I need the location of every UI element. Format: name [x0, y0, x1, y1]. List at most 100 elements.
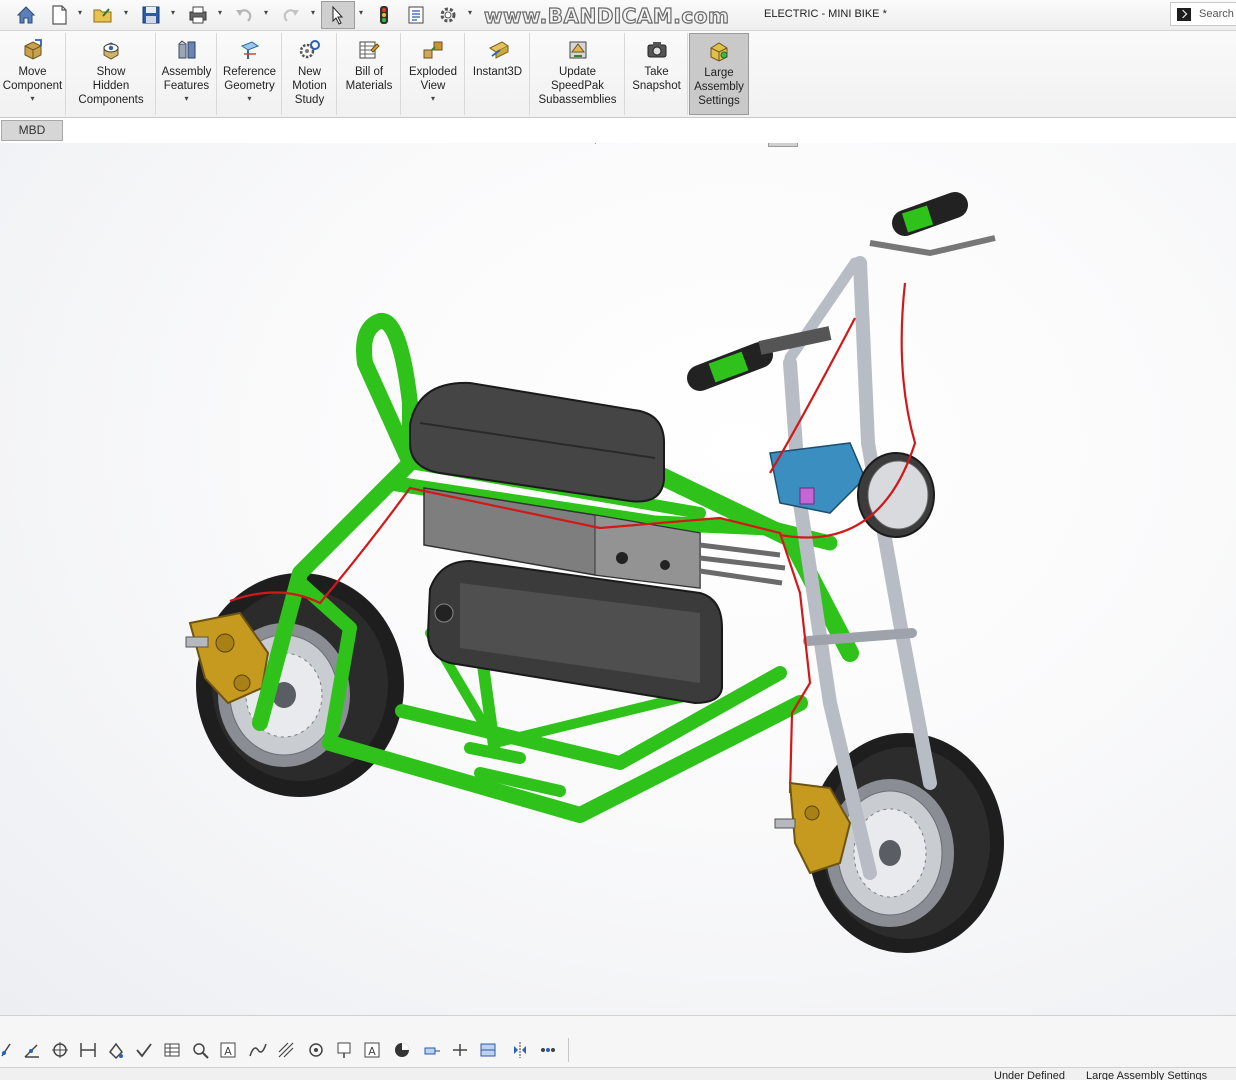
move-component-caret[interactable]: ▾ — [0, 94, 65, 104]
bill-of-materials-label: Bill of Materials — [345, 66, 393, 92]
fill-pattern-icon[interactable] — [106, 1040, 126, 1060]
undo-icon[interactable] — [233, 4, 255, 26]
edit-appearance-icon[interactable] — [814, 143, 834, 145]
exploded-view-icon — [423, 41, 443, 59]
new-dropdown-caret[interactable]: ▾ — [76, 9, 84, 17]
save-dropdown-caret[interactable]: ▾ — [169, 9, 177, 17]
curve-sketch-icon[interactable] — [248, 1040, 268, 1060]
zoom-to-area-icon[interactable] — [578, 143, 598, 145]
assembly-features-button[interactable]: Assembly Features ▾ — [157, 33, 217, 115]
dynamic-annotation-icon[interactable] — [660, 143, 680, 145]
checkmark-constraint-icon[interactable] — [134, 1040, 154, 1060]
instant3d-button[interactable]: Instant3D — [466, 33, 530, 115]
view-orientation-icon[interactable] — [687, 143, 707, 145]
smart-dimension-icon[interactable] — [78, 1040, 98, 1060]
view-settings-monitor-icon[interactable] — [884, 143, 904, 145]
show-hidden-icon — [103, 42, 119, 60]
text-box-icon[interactable]: A — [362, 1040, 382, 1060]
move-component-label: Move Component — [2, 66, 63, 92]
instant3d-icon — [488, 41, 509, 59]
new-motion-study-button[interactable]: New Motion Study — [283, 33, 337, 115]
insert-block-icon[interactable] — [422, 1040, 442, 1060]
large-assembly-settings-button[interactable]: Large Assembly Settings — [689, 33, 749, 115]
open-dropdown-caret[interactable]: ▾ — [122, 9, 130, 17]
exploded-view-label: Exploded View — [409, 66, 457, 92]
magnify-annotation-icon[interactable] — [190, 1040, 210, 1060]
file-properties-icon[interactable] — [405, 4, 427, 26]
apply-scene-icon[interactable] — [842, 143, 862, 145]
hatch-icon[interactable] — [276, 1040, 296, 1060]
options-gear-icon[interactable] — [437, 4, 459, 26]
appearance-ball-icon[interactable] — [392, 1040, 412, 1060]
select-dropdown-caret[interactable]: ▾ — [357, 9, 365, 17]
redo-dropdown-caret[interactable]: ▾ — [309, 9, 317, 17]
pattern-dots-icon[interactable] — [538, 1040, 558, 1060]
home-icon[interactable] — [15, 4, 37, 26]
speedpak-icon — [569, 41, 586, 59]
print-dropdown-caret[interactable]: ▾ — [216, 9, 224, 17]
assembly-features-label: Assembly Features — [161, 66, 212, 92]
reference-geometry-icon — [240, 41, 259, 59]
reference-geometry-caret[interactable]: ▾ — [218, 94, 281, 104]
bill-of-materials-button[interactable]: Bill of Materials — [338, 33, 401, 115]
tab-mbd[interactable]: MBD — [1, 120, 63, 141]
rebuild-traffic-light-icon[interactable] — [373, 4, 395, 26]
show-hidden-components-button[interactable]: Show Hidden Components — [67, 33, 156, 115]
assembly-features-caret[interactable]: ▾ — [157, 94, 216, 104]
move-component-button[interactable]: Move Component ▾ — [0, 33, 66, 115]
point-target-icon[interactable] — [50, 1040, 70, 1060]
display-style-icon[interactable] — [730, 143, 750, 145]
sketch-line-tool-icon[interactable] — [0, 1040, 20, 1060]
redo-icon[interactable] — [280, 4, 302, 26]
update-speedpak-label: Update SpeedPak Subassemblies — [538, 66, 617, 106]
note-text-icon[interactable]: A — [218, 1040, 238, 1060]
command-tab-strip: MBD — [0, 119, 1236, 143]
status-definition-state: Under Defined — [994, 1070, 1065, 1080]
bottom-command-toolbar: A A — [0, 1015, 1236, 1067]
motion-study-label: New Motion Study — [292, 66, 327, 106]
large-assembly-icon — [710, 42, 728, 62]
datum-flag-icon[interactable] — [334, 1040, 354, 1060]
exploded-view-button[interactable]: Exploded View ▾ — [402, 33, 465, 115]
select-tool-highlight[interactable] — [321, 1, 355, 29]
mini-bike-model[interactable] — [0, 143, 1236, 1015]
search-label: Search — [1199, 8, 1234, 20]
bill-of-materials-icon — [359, 41, 380, 59]
table-grid-icon[interactable] — [162, 1040, 182, 1060]
svg-text:A: A — [224, 1045, 232, 1058]
undo-dropdown-caret[interactable]: ▾ — [262, 9, 270, 17]
open-folder-icon[interactable] — [92, 4, 114, 26]
toolbar-separator — [568, 1038, 569, 1062]
status-mode: Large Assembly Settings — [1086, 1070, 1208, 1080]
search-commands-box[interactable]: Search — [1170, 2, 1236, 26]
inspect-icon[interactable] — [306, 1040, 326, 1060]
reference-geometry-button[interactable]: Reference Geometry ▾ — [218, 33, 282, 115]
new-document-icon[interactable] — [48, 4, 70, 26]
seat — [409, 381, 666, 503]
camera-icon — [647, 42, 666, 58]
options-dropdown-caret[interactable]: ▾ — [466, 9, 474, 17]
split-line-icon[interactable] — [450, 1040, 470, 1060]
recording-watermark: www.BANDICAM.com — [483, 3, 730, 28]
document-title: ELECTRIC - MINI BIKE * — [764, 8, 887, 20]
update-speedpak-button[interactable]: Update SpeedPak Subassemblies — [531, 33, 625, 115]
svg-text:A: A — [368, 1045, 376, 1058]
mirror-entity-icon[interactable] — [510, 1040, 530, 1060]
move-component-icon — [24, 39, 42, 60]
print-icon[interactable] — [187, 4, 209, 26]
instant3d-label: Instant3D — [472, 66, 523, 78]
save-icon[interactable] — [140, 4, 162, 26]
assembly-features-icon — [178, 40, 195, 59]
status-bar: Under Defined Large Assembly Settings — [0, 1067, 1236, 1080]
zoom-to-fit-icon[interactable] — [550, 143, 570, 145]
previous-view-icon[interactable] — [606, 143, 626, 145]
show-hidden-label: Show Hidden Components — [78, 66, 144, 106]
section-view-icon[interactable] — [633, 143, 653, 145]
take-snapshot-button[interactable]: Take Snapshot — [626, 33, 688, 115]
graphics-area[interactable]: ▾ ▾ ▾ ▾ ▾ — [0, 143, 1236, 1015]
search-command-icon — [1177, 8, 1191, 21]
display-grid-icon[interactable] — [478, 1040, 498, 1060]
exploded-view-caret[interactable]: ▾ — [402, 94, 464, 104]
sketch-angle-icon[interactable] — [22, 1040, 42, 1060]
hide-show-items-active[interactable] — [768, 143, 798, 147]
